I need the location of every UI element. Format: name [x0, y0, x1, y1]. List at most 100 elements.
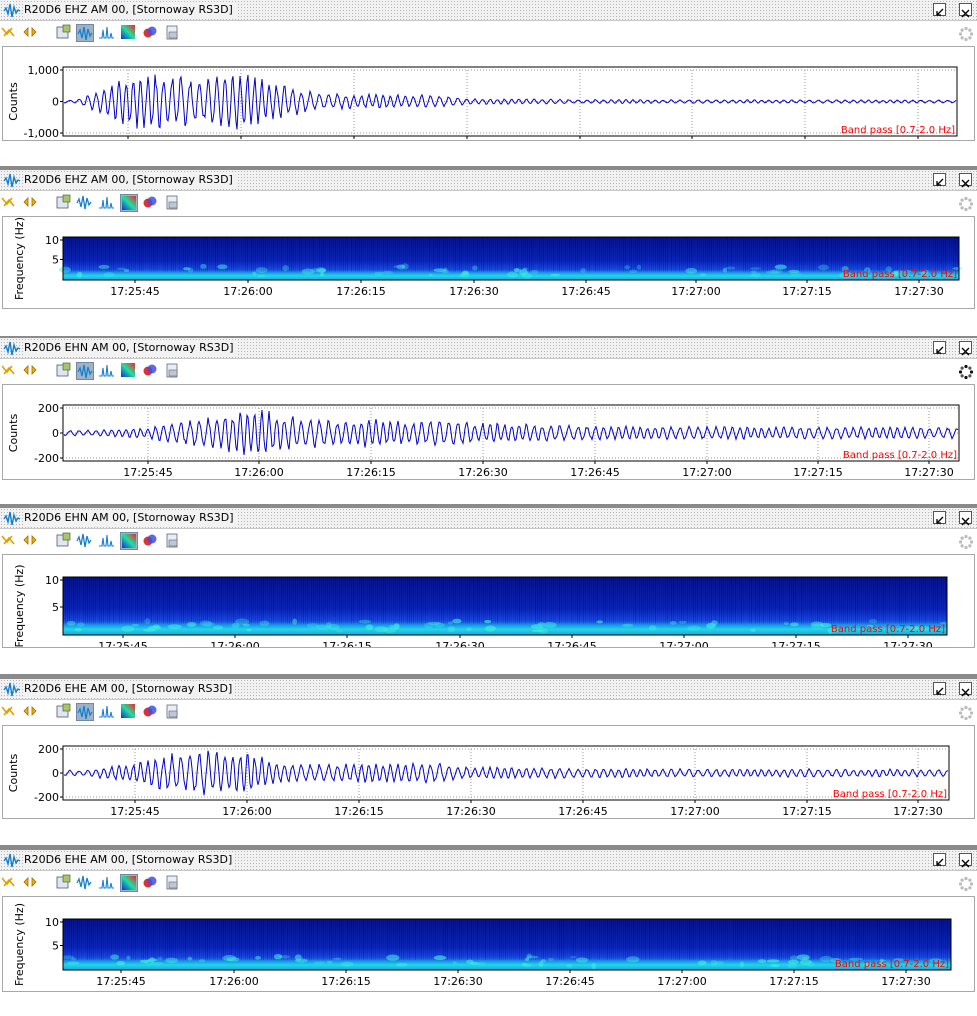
spectrogram-column [521, 919, 522, 960]
spectrum-button[interactable] [98, 194, 116, 212]
spectrogram-button[interactable] [120, 532, 138, 550]
particle-button[interactable] [142, 362, 160, 380]
center-button[interactable] [22, 532, 40, 550]
settings-button[interactable] [164, 703, 182, 721]
waveform-button[interactable] [76, 532, 94, 550]
panel-titlebar[interactable]: R20D6 EHN AM 00, [Stornoway RS3D] [0, 508, 977, 529]
particle-button[interactable] [142, 532, 160, 550]
close-button[interactable] [959, 173, 972, 188]
spectrogram-column [881, 577, 882, 624]
spectrum-button[interactable] [98, 532, 116, 550]
restore-button[interactable] [933, 3, 946, 16]
spectrogram-column [215, 919, 216, 960]
close-button[interactable] [959, 682, 972, 697]
particle-button[interactable] [142, 194, 160, 212]
spectrogram-plot[interactable]: 10 5 Frequency (Hz) 17:25:45 17:26:00 17:26:1… [2, 216, 975, 309]
picker-button[interactable] [55, 362, 73, 380]
restore-button[interactable] [933, 511, 946, 524]
spectrogram-column [413, 919, 414, 960]
center-button[interactable] [22, 362, 40, 380]
restore-button[interactable] [933, 853, 946, 866]
waveform-button[interactable] [76, 194, 94, 212]
spectrogram-column [503, 577, 504, 624]
waveform-plot[interactable]: 200 0 -200 Counts 17:25:45 17:26:00 17:26:15 17… [2, 725, 975, 819]
particle-button[interactable] [142, 874, 160, 892]
spectrogram-button[interactable] [120, 362, 138, 380]
restore-button[interactable] [933, 682, 946, 695]
panel-titlebar[interactable]: R20D6 EHN AM 00, [Stornoway RS3D] [0, 338, 977, 359]
spectrogram-column [833, 237, 834, 272]
spectrogram-column [429, 237, 430, 272]
close-button[interactable] [959, 511, 972, 526]
spectrum-button[interactable] [98, 24, 116, 42]
spectrogram-column [647, 577, 648, 624]
spectrogram-button[interactable] [120, 703, 138, 721]
spectrogram-column [329, 577, 330, 624]
panel-titlebar[interactable]: R20D6 EHZ AM 00, [Stornoway RS3D] [0, 170, 977, 191]
spectrogram-column [177, 577, 178, 624]
picker-button[interactable] [55, 874, 73, 892]
spectrogram-energy [335, 629, 344, 633]
spectrum-button[interactable] [98, 362, 116, 380]
close-button[interactable] [959, 3, 972, 18]
panel-titlebar[interactable]: R20D6 EHE AM 00, [Stornoway RS3D] [0, 850, 977, 871]
panel-title: R20D6 EHZ AM 00, [Stornoway RS3D] [24, 3, 236, 17]
spectrogram-column [877, 237, 878, 272]
spectrogram-column [365, 577, 366, 624]
waveform-button[interactable] [76, 703, 94, 721]
settings-button[interactable] [164, 362, 182, 380]
spectrogram-column [89, 237, 90, 272]
spectrogram-button[interactable] [120, 194, 138, 212]
spectrogram-column [809, 919, 810, 960]
spectrogram-column [323, 237, 324, 272]
spectrogram-column [647, 919, 648, 960]
spectrogram-column [925, 237, 926, 272]
waveform-button[interactable] [76, 24, 94, 42]
spectrum-button[interactable] [98, 874, 116, 892]
spectrum-button[interactable] [98, 703, 116, 721]
settings-button[interactable] [164, 874, 182, 892]
particle-button[interactable] [142, 703, 160, 721]
zoom-button[interactable] [0, 362, 18, 380]
restore-button[interactable] [933, 341, 946, 354]
waveform-plot[interactable]: 200 0 -200 Counts 17:25:45 17:26:00 17:26:15 17… [2, 384, 975, 480]
spectrogram-column [237, 577, 238, 624]
zoom-button[interactable] [0, 194, 18, 212]
zoom-button[interactable] [0, 24, 18, 42]
spectrogram-column [839, 577, 840, 624]
panel-titlebar[interactable]: R20D6 EHZ AM 00, [Stornoway RS3D] [0, 0, 977, 21]
center-button[interactable] [22, 194, 40, 212]
waveform-button[interactable] [76, 362, 94, 380]
spectrogram-column [433, 919, 434, 960]
spectrogram-plot[interactable]: 10 5 Frequency (Hz) 17:25:45 17:26:00 17:26:1… [2, 896, 975, 992]
spectrogram-column [483, 577, 484, 624]
center-button[interactable] [22, 874, 40, 892]
spectrogram-energy [433, 268, 447, 272]
waveform-plot[interactable]: 1,0000-1,000Counts17:25:4517:26:0017:26:… [2, 46, 975, 141]
zoom-button[interactable] [0, 532, 18, 550]
spectrogram-button[interactable] [120, 24, 138, 42]
zoom-button[interactable] [0, 703, 18, 721]
restore-button[interactable] [933, 173, 946, 186]
seismogram-icon [3, 682, 21, 697]
settings-button[interactable] [164, 194, 182, 212]
spectrogram-column [751, 237, 752, 272]
picker-button[interactable] [55, 24, 73, 42]
spectrogram-button[interactable] [120, 874, 138, 892]
center-button[interactable] [22, 24, 40, 42]
panel-titlebar[interactable]: R20D6 EHE AM 00, [Stornoway RS3D] [0, 679, 977, 700]
spectrogram-column [253, 237, 254, 272]
zoom-button[interactable] [0, 874, 18, 892]
spectrogram-plot[interactable]: 10 5 Frequency (Hz) 17:25:45 17:26:00 17:26:1… [2, 554, 975, 648]
close-button[interactable] [959, 341, 972, 356]
waveform-button[interactable] [76, 874, 94, 892]
settings-button[interactable] [164, 532, 182, 550]
center-button[interactable] [22, 703, 40, 721]
close-button[interactable] [959, 853, 972, 868]
picker-button[interactable] [55, 703, 73, 721]
picker-button[interactable] [55, 532, 73, 550]
particle-button[interactable] [142, 24, 160, 42]
spectrogram-column [703, 237, 704, 272]
settings-button[interactable] [164, 24, 182, 42]
picker-button[interactable] [55, 194, 73, 212]
